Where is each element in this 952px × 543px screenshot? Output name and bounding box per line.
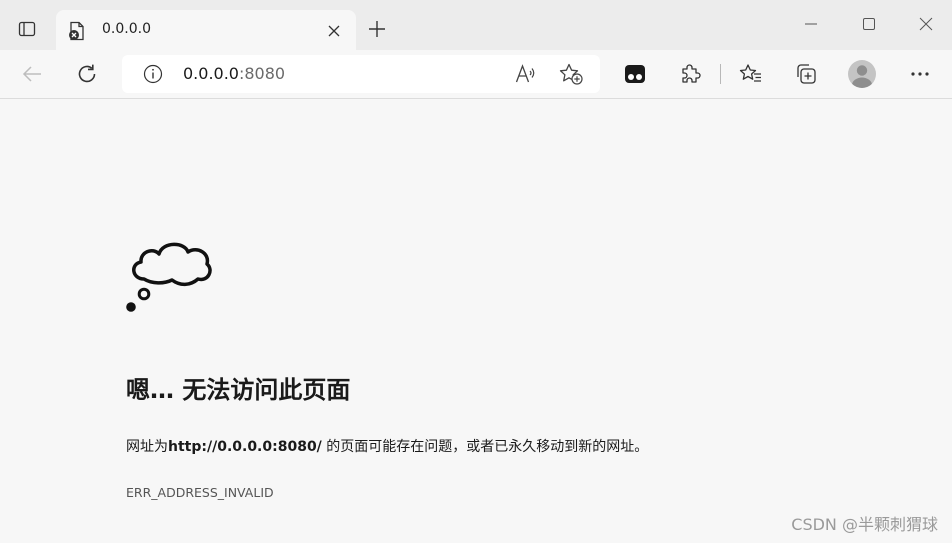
profile-avatar-icon bbox=[846, 58, 878, 90]
address-url[interactable]: 0.0.0.0:8080 bbox=[183, 64, 285, 83]
error-title: 嗯… 无法访问此页面 bbox=[126, 376, 351, 404]
collections-button[interactable] bbox=[791, 59, 821, 89]
maximize-icon bbox=[862, 17, 876, 31]
address-port: :8080 bbox=[238, 64, 286, 83]
tab-strip: 0.0.0.0 bbox=[0, 0, 952, 50]
favorites-button[interactable] bbox=[736, 59, 766, 89]
back-arrow-icon bbox=[21, 63, 43, 85]
error-desc-suffix: 的页面可能存在问题，或者已永久移动到新的网址。 bbox=[321, 439, 649, 455]
browser-window: 0.0.0.0 0.0.0.0:8080 嗯… 无法访问此页面 网址为http:… bbox=[0, 0, 952, 543]
address-host: 0.0.0.0 bbox=[183, 64, 239, 83]
error-page: 嗯… 无法访问此页面 网址为http://0.0.0.0:8080/ 的页面可能… bbox=[0, 100, 952, 543]
window-close-icon bbox=[919, 17, 933, 31]
add-favorite-icon bbox=[559, 63, 583, 85]
error-desc-prefix: 网址为 bbox=[126, 439, 168, 455]
navigation-toolbar: 0.0.0.0:8080 bbox=[0, 50, 952, 99]
more-menu-button[interactable] bbox=[905, 59, 935, 89]
tab-actions-button[interactable] bbox=[12, 14, 42, 44]
site-info-button[interactable] bbox=[142, 63, 164, 85]
tab-title: 0.0.0.0 bbox=[102, 21, 151, 37]
back-button[interactable] bbox=[17, 59, 47, 89]
close-icon bbox=[328, 25, 340, 37]
refresh-icon bbox=[76, 63, 98, 85]
minimize-icon bbox=[804, 17, 818, 31]
extension-app-icon bbox=[624, 64, 646, 84]
read-aloud-button[interactable] bbox=[513, 61, 539, 87]
error-desc-url: http://0.0.0.0:8080/ bbox=[168, 439, 322, 455]
thought-cloud-icon bbox=[122, 226, 214, 318]
toolbar-separator bbox=[720, 64, 721, 84]
active-tab[interactable]: 0.0.0.0 bbox=[56, 10, 356, 50]
refresh-button[interactable] bbox=[72, 59, 102, 89]
profile-button[interactable] bbox=[846, 58, 878, 90]
extensions-button[interactable] bbox=[675, 59, 705, 89]
page-error-icon bbox=[66, 20, 88, 42]
error-description: 网址为http://0.0.0.0:8080/ 的页面可能存在问题，或者已永久移… bbox=[126, 436, 648, 456]
info-icon bbox=[143, 64, 163, 84]
tab-actions-icon bbox=[18, 20, 36, 38]
collections-icon bbox=[795, 63, 817, 85]
new-tab-button[interactable] bbox=[364, 16, 390, 42]
plus-icon bbox=[368, 20, 386, 38]
add-favorite-button[interactable] bbox=[558, 61, 584, 87]
error-code: ERR_ADDRESS_INVALID bbox=[126, 485, 274, 500]
window-close-button[interactable] bbox=[908, 10, 944, 38]
minimize-button[interactable] bbox=[793, 10, 829, 38]
more-menu-icon bbox=[910, 71, 930, 77]
maximize-button[interactable] bbox=[851, 10, 887, 38]
extension-app-button[interactable] bbox=[620, 59, 650, 89]
tab-close-button[interactable] bbox=[324, 21, 344, 41]
watermark-text: CSDN @半颗刺猬球 bbox=[791, 515, 938, 534]
address-bar[interactable]: 0.0.0.0:8080 bbox=[122, 55, 600, 93]
favorites-icon bbox=[739, 63, 763, 85]
read-aloud-icon bbox=[515, 64, 537, 84]
extensions-puzzle-icon bbox=[679, 63, 701, 85]
